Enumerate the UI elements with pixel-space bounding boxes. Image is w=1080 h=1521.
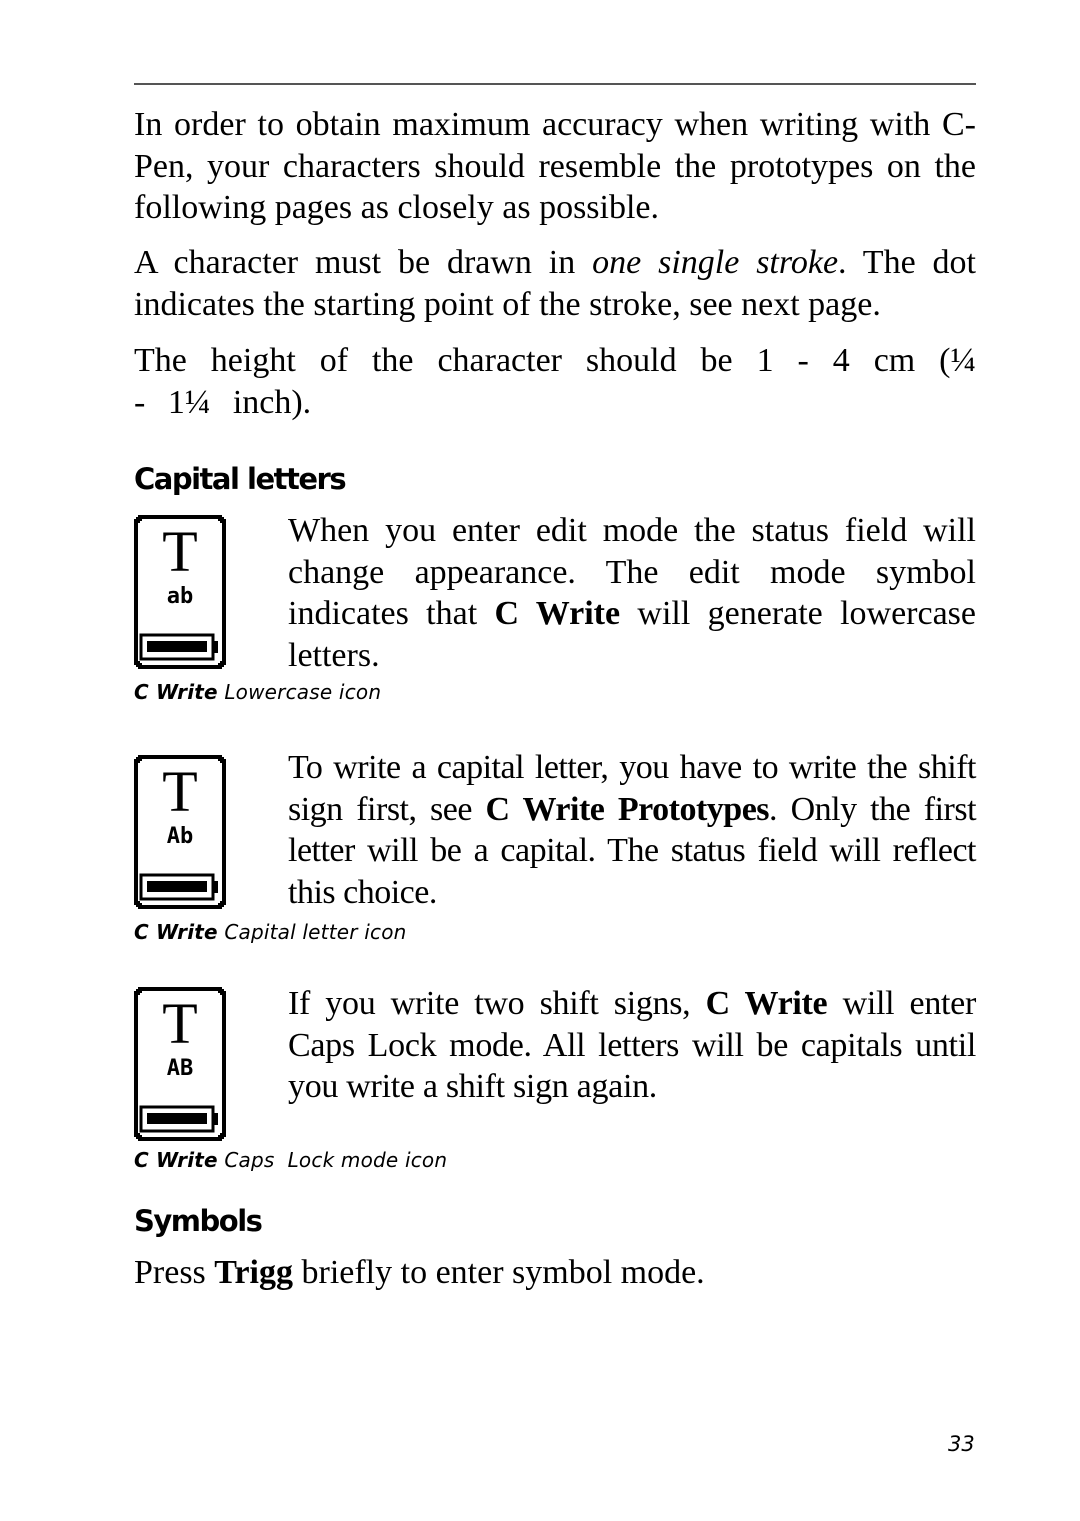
icon-glyph-t: T — [162, 991, 197, 1056]
section-heading-capital-letters: Capital letters — [134, 462, 347, 496]
bold-term: C Write Prototypes — [485, 790, 770, 828]
text-run: briefly to enter symbol mode. — [293, 1254, 705, 1291]
section-heading-symbols: Symbols — [134, 1204, 263, 1238]
caption-text: Capital letter icon — [217, 920, 407, 944]
intro-paragraph-2: A character must be drawn in one single … — [134, 242, 976, 325]
capital-letter-description: To write a capital letter, you have to w… — [288, 747, 977, 913]
symbols-paragraph: Press Trigg briefly to enter symbol mode… — [134, 1252, 976, 1294]
battery-icon — [139, 873, 218, 901]
lowercase-description: When you enter edit mode the status fiel… — [288, 510, 976, 676]
text-run: A character must be drawn in — [134, 244, 593, 281]
bold-term: Trigg — [214, 1254, 293, 1291]
c-write-caps-lock-mode-icon: T AB — [134, 987, 226, 1141]
caption-bold: C Write — [134, 680, 218, 704]
caps-lock-description: If you write two shift signs, C Write wi… — [288, 983, 976, 1108]
text-run: If you write two shift signs, — [288, 985, 706, 1022]
caption-text: Caps Lock mode icon — [217, 1148, 448, 1172]
status-field-icon: T Ab — [134, 755, 226, 909]
caption-capital-letter-icon: C Write Capital letter icon — [134, 920, 407, 944]
page-number: 33 — [948, 1432, 975, 1456]
bold-term: C Write — [494, 595, 621, 632]
intro-paragraph-1: In order to obtain maximum accuracy when… — [134, 106, 976, 226]
icon-glyph-mode: Ab — [167, 824, 194, 849]
status-field-icon: T AB — [134, 987, 226, 1141]
caption-bold: C Write — [134, 920, 218, 944]
icon-glyph-mode: ab — [167, 584, 194, 609]
header-rule — [134, 83, 976, 85]
caption-lowercase-icon: C Write Lowercase icon — [134, 680, 381, 704]
battery-icon — [139, 1105, 218, 1133]
caption-caps-lock-icon: C Write Caps Lock mode icon — [134, 1148, 447, 1172]
c-write-lowercase-icon: T ab — [134, 515, 226, 669]
text-run: Press — [134, 1254, 215, 1291]
icon-glyph-mode: AB — [167, 1056, 194, 1081]
bold-term: C Write — [705, 985, 828, 1022]
icon-glyph-t: T — [162, 519, 197, 584]
icon-glyph-t: T — [162, 759, 197, 824]
c-write-capital-letter-icon: T Ab — [134, 755, 226, 909]
status-field-icon: T ab — [134, 515, 226, 669]
battery-icon — [139, 633, 218, 661]
emphasis: one single stroke — [592, 244, 839, 281]
caption-bold: C Write — [134, 1148, 218, 1172]
caption-text: Lowercase icon — [217, 680, 382, 704]
intro-paragraph-3: The height of the character should be 1 … — [134, 342, 976, 421]
